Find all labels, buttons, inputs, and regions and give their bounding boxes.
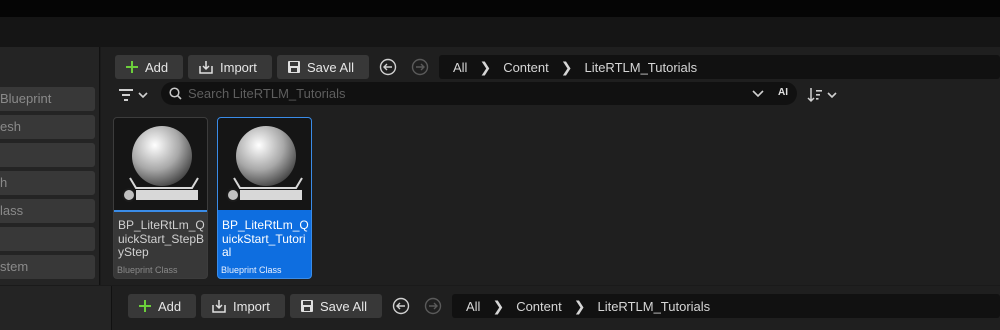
forward-icon[interactable]	[424, 297, 442, 315]
asset-thumbnail	[218, 118, 311, 210]
breadcrumb-secondary: All ❯ Content ❯ LiteRTLM_Tutorials	[452, 294, 1000, 318]
plus-icon	[139, 300, 151, 312]
asset-class: Blueprint Class	[117, 265, 178, 275]
asset-thumbnail	[114, 118, 207, 210]
back-icon[interactable]	[379, 58, 397, 76]
tab-strip	[0, 17, 1000, 47]
import-label: Import	[220, 59, 257, 75]
filter-item[interactable]: Blueprint	[0, 87, 95, 111]
breadcrumb-item[interactable]: Content	[516, 299, 562, 314]
breadcrumb: All ❯ Content ❯ LiteRTLM_Tutorials	[439, 55, 1000, 79]
filters-panel-secondary	[0, 286, 112, 330]
save-all-label: Save All	[307, 59, 354, 75]
forward-icon[interactable]	[411, 58, 429, 76]
asset-tile[interactable]: BP_LiteRtLm_QuickStart_StepByStep Bluepr…	[113, 117, 208, 279]
filter-item[interactable]	[0, 227, 95, 251]
save-all-label: Save All	[320, 298, 367, 314]
chevron-right-icon[interactable]: ❯	[479, 59, 491, 76]
filter-item[interactable]: h	[0, 171, 95, 195]
title-bar	[0, 0, 1000, 17]
back-icon[interactable]	[392, 297, 410, 315]
import-icon	[199, 61, 213, 74]
asset-class: Blueprint Class	[221, 265, 282, 275]
chevron-right-icon[interactable]: ❯	[574, 298, 586, 315]
breadcrumb-item[interactable]: Content	[503, 60, 549, 75]
plus-icon	[126, 61, 138, 73]
save-icon	[288, 61, 300, 73]
sort-icon[interactable]	[807, 87, 839, 103]
add-label: Add	[158, 298, 182, 314]
chevron-down-icon[interactable]	[752, 89, 764, 99]
save-all-button[interactable]: Save All	[277, 55, 369, 79]
filter-item[interactable]: stem	[0, 255, 95, 279]
asset-name: BP_LiteRtLm_QuickStart_StepByStep	[118, 218, 205, 259]
breadcrumb-item[interactable]: All	[453, 60, 467, 75]
import-icon	[212, 300, 226, 313]
import-button[interactable]: Import	[188, 55, 272, 79]
save-all-button-secondary[interactable]: Save All	[290, 294, 382, 318]
filter-icon[interactable]	[118, 87, 152, 103]
add-label: Add	[145, 59, 169, 75]
chevron-right-icon[interactable]: ❯	[492, 298, 504, 315]
save-icon	[301, 300, 313, 312]
filters-panel: Blueprint esh h lass stem	[0, 47, 100, 285]
content-browser: Add Import Save All All ❯ Content ❯ Lite…	[101, 47, 1000, 285]
filter-item[interactable]: lass	[0, 199, 95, 223]
chevron-right-icon[interactable]: ❯	[561, 59, 573, 76]
add-button-secondary[interactable]: Add	[128, 294, 196, 318]
breadcrumb-item[interactable]: LiteRTLM_Tutorials	[597, 299, 710, 314]
asset-type-stripe	[114, 210, 207, 212]
breadcrumb-item[interactable]: All	[466, 299, 480, 314]
asset-type-stripe	[218, 210, 311, 212]
add-button[interactable]: Add	[115, 55, 183, 79]
import-button-secondary[interactable]: Import	[201, 294, 285, 318]
search-icon	[169, 87, 182, 100]
ai-button[interactable]: AI	[778, 87, 788, 98]
import-label: Import	[233, 298, 270, 314]
filter-item[interactable]	[0, 143, 95, 167]
asset-name: BP_LiteRtLm_QuickStart_Tutorial	[222, 218, 309, 259]
asset-tile-selected[interactable]: BP_LiteRtLm_QuickStart_Tutorial Blueprin…	[217, 117, 312, 279]
search-bar[interactable]: Search LiteRTLM_Tutorials AI	[161, 82, 797, 105]
search-input[interactable]: Search LiteRTLM_Tutorials	[188, 86, 346, 101]
blueprint-sphere-icon	[226, 126, 303, 202]
breadcrumb-item[interactable]: LiteRTLM_Tutorials	[584, 60, 697, 75]
filter-item[interactable]: esh	[0, 115, 95, 139]
blueprint-sphere-icon	[122, 126, 199, 202]
